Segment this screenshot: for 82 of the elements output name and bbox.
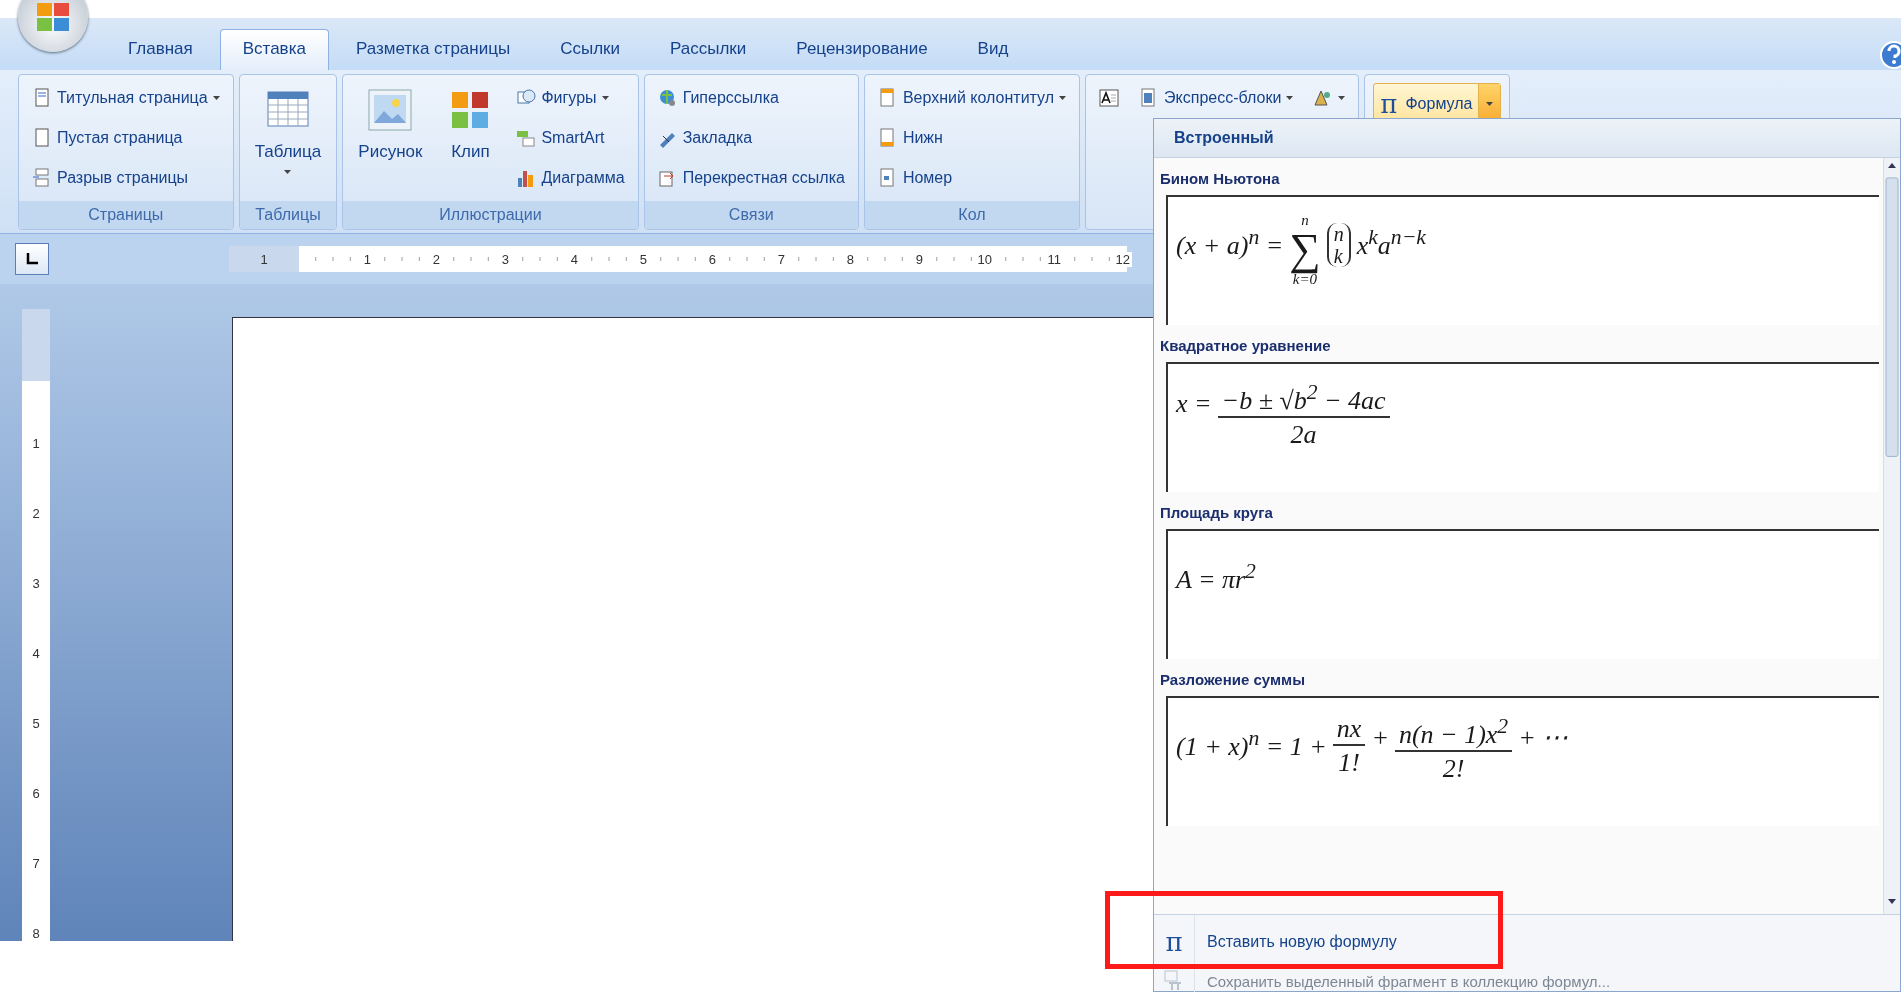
ribbon-tab[interactable]: Главная xyxy=(105,29,216,70)
ruler-number: 2 xyxy=(32,506,40,521)
ribbon-button[interactable]: Рисунок xyxy=(351,81,430,167)
formula-preview[interactable]: A = πr$^{2}$ xyxy=(1166,529,1879,659)
caret-icon xyxy=(1486,102,1494,106)
caret-icon xyxy=(212,96,220,100)
ruler-number: 1 xyxy=(32,436,40,451)
menu-item[interactable]: π Вставить новую формулу xyxy=(1154,915,1900,969)
ribbon-button[interactable]: Номер xyxy=(872,161,1072,195)
ribbon-button[interactable]: Разрыв страницы xyxy=(27,161,225,195)
caret-icon xyxy=(284,170,292,174)
group-label: Связи xyxy=(644,201,858,229)
ribbon-tab[interactable]: Вид xyxy=(954,29,1032,70)
page-break-icon xyxy=(32,168,52,188)
ribbon-button[interactable]: Нижн xyxy=(872,121,1072,155)
ruler-number: 1 xyxy=(260,251,268,267)
sum-symbol: ∑ xyxy=(1289,228,1321,272)
sum-upper-limit: n xyxy=(1301,213,1309,228)
formula-text: + xyxy=(1371,722,1389,754)
formula-text: (1 + x)$^{n}$ = 1 + xyxy=(1176,725,1327,763)
formula-title: Бином Ньютона xyxy=(1160,169,1281,189)
ribbon-tab[interactable]: Рецензирование xyxy=(773,29,951,70)
ribbon-tab[interactable]: Ссылки xyxy=(537,29,643,70)
blank-page-icon xyxy=(32,128,52,148)
ribbon-tab[interactable]: Вставка xyxy=(219,29,329,70)
group-label: Таблицы xyxy=(239,201,337,229)
ribbon-button[interactable]: Перекрестная ссылка xyxy=(652,161,850,195)
ruler-margin xyxy=(22,309,50,381)
scrollbar[interactable] xyxy=(1883,158,1900,914)
ribbon-button[interactable]: Клип xyxy=(439,81,502,167)
ribbon-button[interactable]: Диаграмма xyxy=(511,161,630,195)
fraction-numerator: n(n − 1)x$^{2}$ xyxy=(1394,714,1513,752)
help-icon[interactable] xyxy=(1879,40,1901,70)
caret-icon xyxy=(1338,96,1346,100)
document-icon xyxy=(32,88,52,108)
fraction-numerator: nx xyxy=(1332,714,1366,746)
ribbon-button[interactable]: Верхний колонтитул xyxy=(872,81,1072,115)
ribbon-button[interactable]: Закладка xyxy=(652,121,850,155)
formula-text: (x + a)$^{n}$ = xyxy=(1176,224,1284,262)
ruler-number: 7 xyxy=(32,856,40,871)
ribbon-button[interactable]: SmartArt xyxy=(511,121,630,155)
ruler-number: 12 xyxy=(1113,251,1132,267)
fraction-denominator: 2! xyxy=(1442,752,1465,784)
ruler-number: 5 xyxy=(32,716,40,731)
caret-icon xyxy=(1059,96,1067,100)
ribbon-button[interactable]: Гиперссылка xyxy=(652,81,850,115)
group-label: Кол xyxy=(864,201,1080,229)
group-label: Иллюстрации xyxy=(343,201,638,229)
smartart-icon xyxy=(516,128,537,148)
caret-icon xyxy=(1286,96,1294,100)
ribbon-button[interactable]: Экспресс-блоки xyxy=(1134,81,1299,115)
gallery-header: Встроенный xyxy=(1154,119,1900,158)
formula-title: Площадь круга xyxy=(1160,503,1274,523)
ribbon-tab[interactable]: Разметка страницы xyxy=(332,29,534,70)
ruler-number: 6 xyxy=(32,786,40,801)
logo-icon xyxy=(36,2,70,32)
ribbon-button[interactable]: Титульная страница xyxy=(27,81,225,115)
fraction-denominator: 2a xyxy=(1290,418,1317,450)
text-box-icon xyxy=(1099,88,1120,108)
fraction-numerator: −b ± √b$^{2}$ − 4ac xyxy=(1217,380,1390,418)
formula-title: Квадратное уравнение xyxy=(1160,336,1332,356)
ribbon-button[interactable]: Пустая страница xyxy=(27,121,225,155)
ribbon-tab[interactable]: Рассылки xyxy=(647,29,770,70)
formula-text: A = πr$^{2}$ xyxy=(1176,558,1256,596)
group-label: Страницы xyxy=(19,201,233,229)
fraction-denominator: 1! xyxy=(1338,747,1360,778)
formula-text: x$^{k}$a$^{n−k}$ xyxy=(1356,224,1426,262)
caret-icon xyxy=(601,96,609,100)
ruler-number: 8 xyxy=(32,926,40,941)
ribbon-button[interactable]: Таблица xyxy=(247,81,329,179)
formula-title: Разложение суммы xyxy=(1160,670,1306,690)
formula-text: + ⋯ xyxy=(1518,722,1569,754)
formula-text: x = xyxy=(1176,388,1212,420)
formula-preview[interactable]: x = −b ± √b$^{2}$ − 4ac 2a xyxy=(1166,362,1879,492)
binomial-coefficient: n k xyxy=(1326,223,1351,267)
picture-icon xyxy=(366,86,415,134)
tab-stop-icon xyxy=(26,253,38,265)
tab-stop-button[interactable] xyxy=(15,243,49,275)
ruler-number: 4 xyxy=(32,646,40,661)
ribbon-button[interactable]: Фигуры xyxy=(511,81,630,115)
ruler-number: 3 xyxy=(32,576,40,591)
globe-icon xyxy=(657,88,678,108)
